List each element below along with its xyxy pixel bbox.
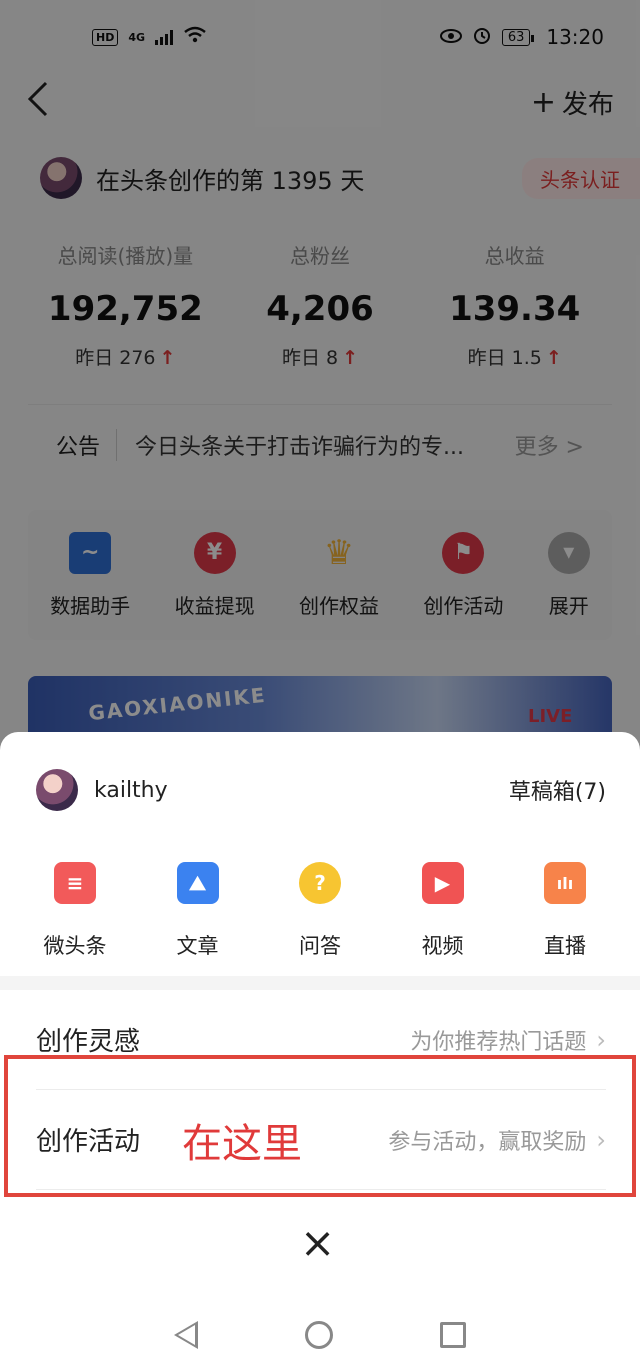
nav-back-icon[interactable] [173, 1320, 198, 1349]
type-label: 微头条 [43, 934, 107, 958]
type-label: 视频 [421, 934, 464, 958]
section-divider [0, 976, 640, 990]
annotation-highlight-box [4, 1055, 636, 1197]
publish-sheet: kailthy 草稿箱(7) ≡ 微头条 ⛰ 文章 ? 问答 ▶ 视频 ılı … [0, 732, 640, 1369]
micro-headline-icon: ≡ [54, 862, 96, 904]
nav-recents-icon[interactable] [440, 1321, 467, 1348]
close-icon[interactable]: × [300, 1222, 335, 1264]
type-article[interactable]: ⛰ 文章 [137, 862, 259, 960]
qa-icon: ? [299, 862, 341, 904]
type-micro-headline[interactable]: ≡ 微头条 [14, 862, 136, 960]
row-hint: 为你推荐热门话题 [410, 1029, 587, 1055]
video-icon: ▶ [421, 862, 464, 904]
nav-home-icon[interactable] [304, 1320, 333, 1349]
chevron-right-icon: › [596, 1025, 606, 1054]
type-label: 直播 [544, 934, 586, 958]
type-live[interactable]: ılı 直播 [504, 862, 626, 960]
content-type-grid: ≡ 微头条 ⛰ 文章 ? 问答 ▶ 视频 ılı 直播 [14, 862, 626, 960]
live-icon: ılı [544, 862, 586, 904]
article-icon: ⛰ [176, 862, 219, 904]
type-qa[interactable]: ? 问答 [259, 862, 381, 960]
type-label: 问答 [299, 934, 341, 958]
type-label: 文章 [176, 934, 219, 958]
avatar [36, 769, 78, 811]
drafts-link[interactable]: 草稿箱(7) [509, 774, 606, 806]
sheet-header: kailthy 草稿箱(7) [36, 768, 606, 812]
type-video[interactable]: ▶ 视频 [382, 862, 504, 960]
username: kailthy [94, 777, 168, 803]
system-nav-bar [0, 1300, 640, 1369]
row-title: 创作灵感 [36, 1027, 141, 1057]
